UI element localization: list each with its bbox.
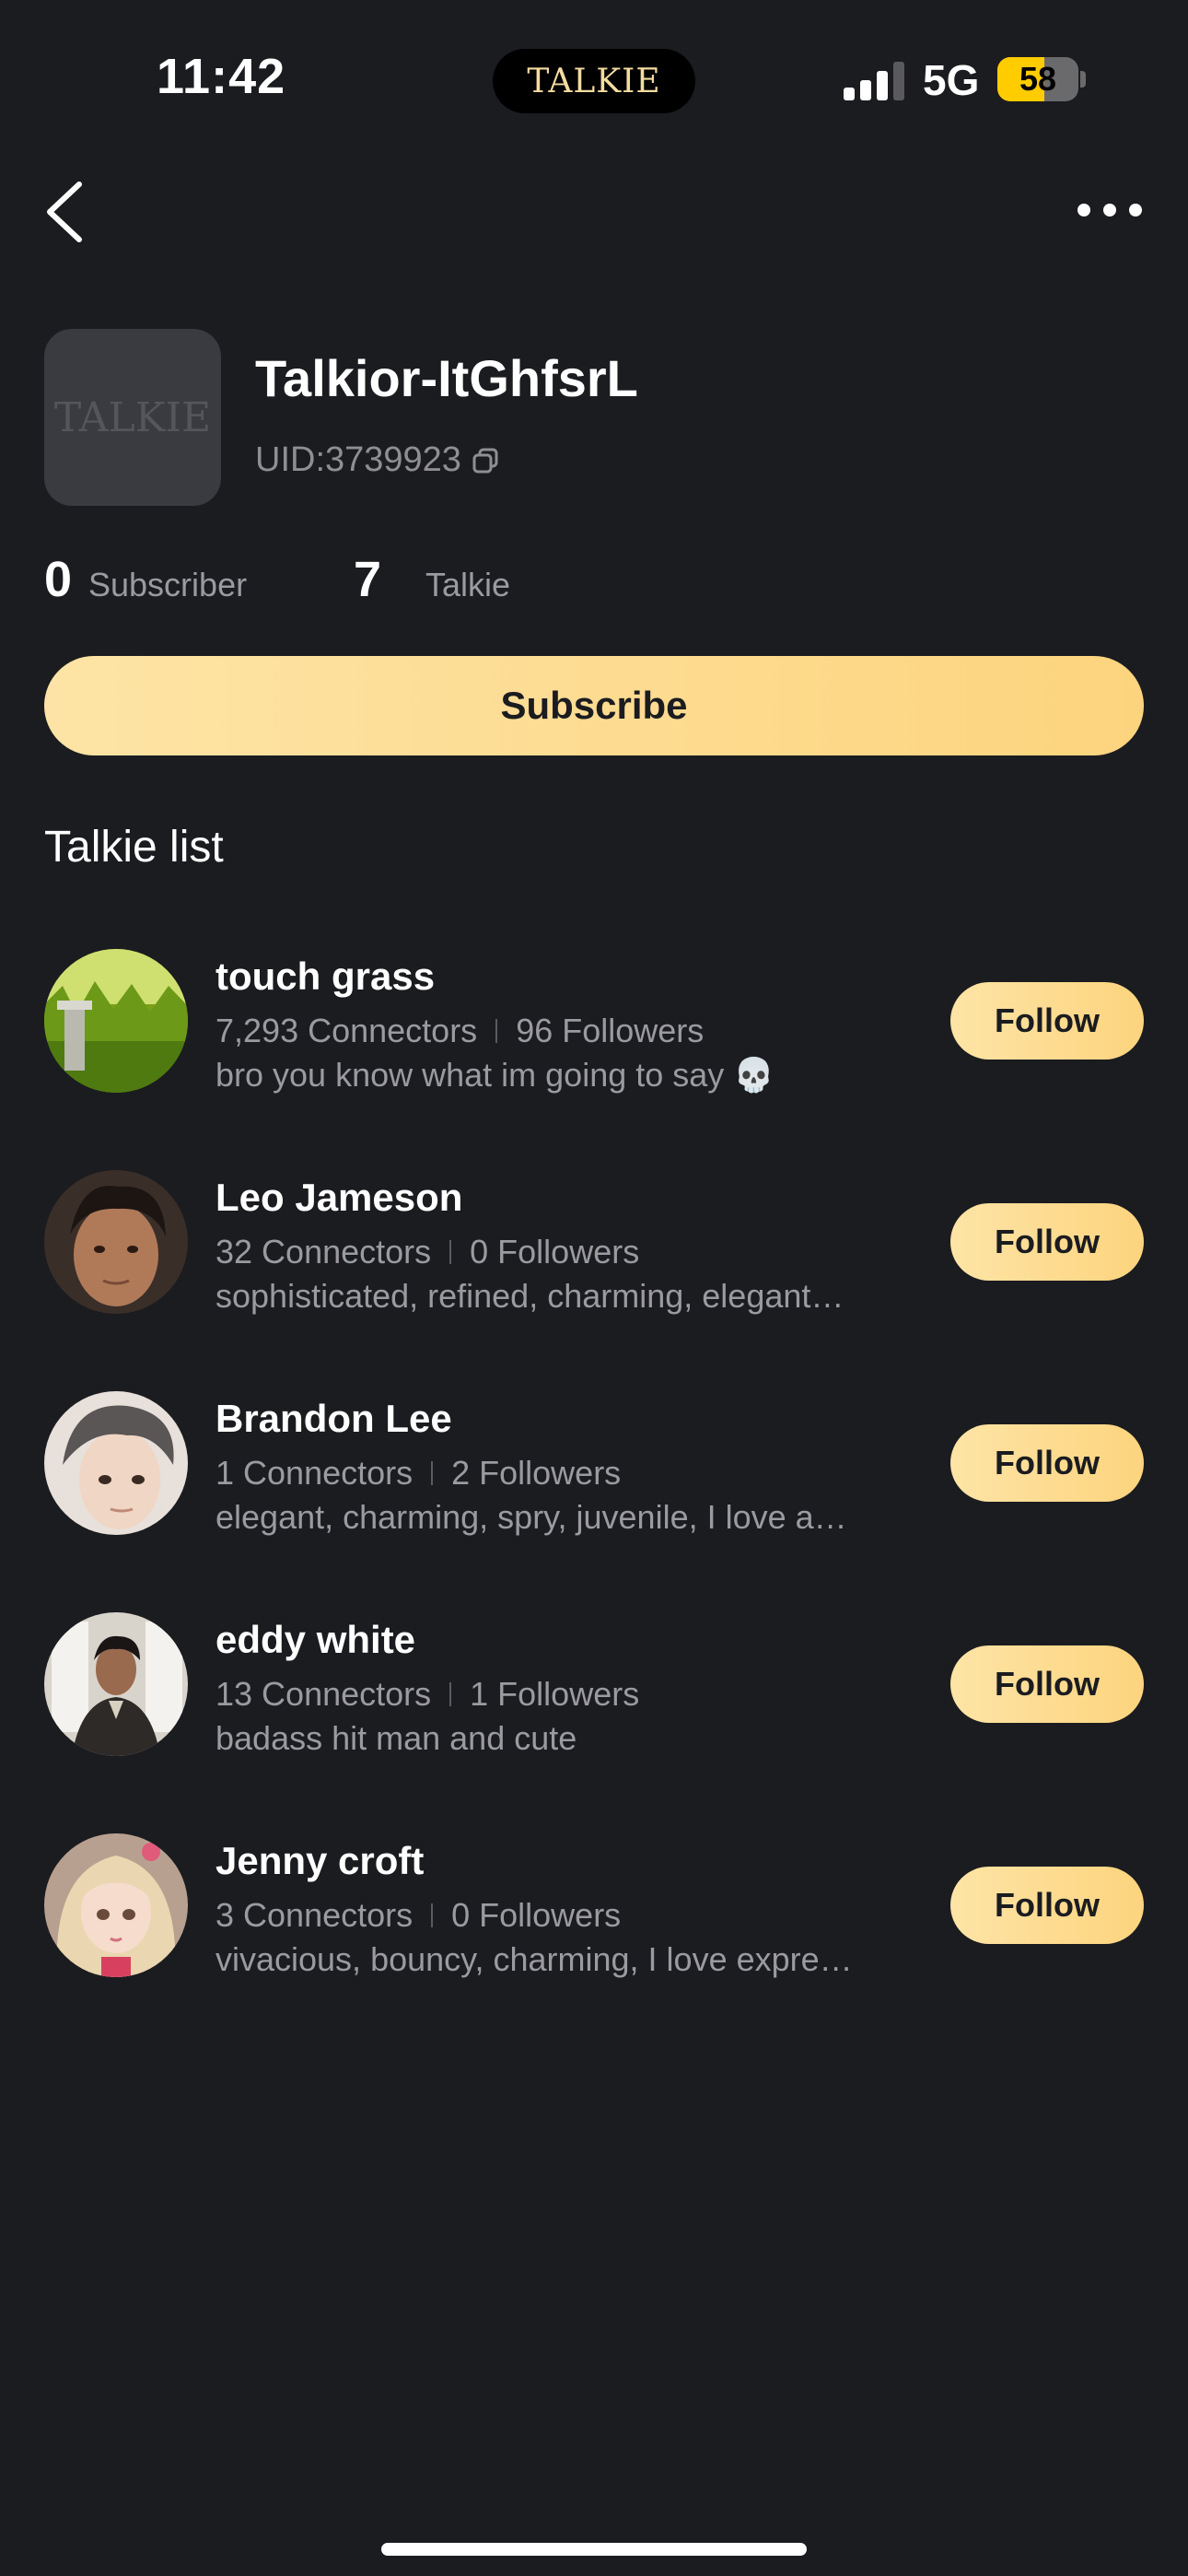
network-type: 5G: [923, 56, 980, 104]
signal-icon: [844, 62, 904, 100]
stats-divider: [449, 1682, 452, 1706]
connectors-count: 13 Connectors: [215, 1675, 432, 1713]
more-options-icon[interactable]: [1073, 192, 1147, 228]
talkie-stats: 3 Connectors 0 Followers: [215, 1896, 621, 1935]
talkie-description: bro you know what im going to say 💀: [215, 1056, 775, 1094]
followers-count: 2 Followers: [451, 1454, 622, 1492]
followers-count: 1 Followers: [470, 1675, 640, 1713]
battery-percentage: 58: [1019, 60, 1057, 98]
subscriber-count: 0: [44, 552, 73, 607]
follow-button[interactable]: Follow: [950, 1867, 1144, 1944]
connectors-count: 1 Connectors: [215, 1454, 413, 1492]
follow-button[interactable]: Follow: [950, 1424, 1144, 1502]
profile-name: Talkior-ItGhfsrL: [255, 349, 638, 407]
uid-text: UID:3739923: [255, 440, 461, 479]
followers-count: 96 Followers: [516, 1012, 705, 1049]
leo-avatar[interactable]: [44, 1170, 188, 1314]
battery-cap: [1080, 71, 1086, 88]
island-logo: TALKIE: [527, 62, 661, 100]
list-item[interactable]: eddy white 13 Connectors 1 Followers bad…: [0, 1612, 1188, 1797]
list-item[interactable]: Brandon Lee 1 Connectors 2 Followers ele…: [0, 1391, 1188, 1575]
list-item[interactable]: touch grass 7,293 Connectors 96 Follower…: [0, 949, 1188, 1133]
follow-button[interactable]: Follow: [950, 982, 1144, 1060]
status-time: 11:42: [157, 49, 286, 104]
talkie-name: Brandon Lee: [215, 1397, 452, 1440]
home-indicator[interactable]: [381, 2543, 807, 2556]
talkie-name: Jenny croft: [215, 1839, 425, 1882]
talkie-stats: 13 Connectors 1 Followers: [215, 1675, 639, 1714]
subscriber-label: Subscriber: [88, 566, 248, 603]
talkie-description: vivacious, bouncy, charming, I love expr…: [215, 1940, 853, 1978]
list-item[interactable]: Jenny croft 3 Connectors 0 Followers viv…: [0, 1833, 1188, 2018]
list-item[interactable]: Leo Jameson 32 Connectors 0 Followers so…: [0, 1170, 1188, 1354]
followers-count: 0 Followers: [470, 1233, 640, 1270]
talkie-name: Leo Jameson: [215, 1176, 463, 1219]
talkie-description: elegant, charming, spry, juvenile, I lov…: [215, 1498, 847, 1536]
eddy-avatar[interactable]: [44, 1612, 188, 1756]
talkie-label: Talkie: [425, 566, 511, 603]
dynamic-island: TALKIE: [493, 49, 695, 113]
uid-row: UID:3739923: [255, 440, 500, 480]
connectors-count: 32 Connectors: [215, 1233, 432, 1270]
profile-avatar: TALKIE: [44, 329, 221, 506]
stats-divider: [495, 1019, 498, 1043]
stats-divider: [449, 1240, 452, 1264]
talkie-name: touch grass: [215, 954, 436, 998]
connectors-count: 7,293 Connectors: [215, 1012, 478, 1049]
profile-stats: 0 Subscriber 7 Talkie: [44, 551, 597, 615]
brandon-avatar[interactable]: [44, 1391, 188, 1535]
follow-button[interactable]: Follow: [950, 1645, 1144, 1723]
subscribe-button[interactable]: Subscribe: [44, 656, 1144, 755]
connectors-count: 3 Connectors: [215, 1896, 413, 1934]
follow-button[interactable]: Follow: [950, 1203, 1144, 1281]
talkie-list-title: Talkie list: [44, 823, 224, 872]
talkie-stats: 7,293 Connectors 96 Followers: [215, 1012, 704, 1050]
talkie-stats: 32 Connectors 0 Followers: [215, 1233, 639, 1271]
talkie-description: badass hit man and cute: [215, 1719, 577, 1757]
copy-icon[interactable]: [471, 446, 500, 475]
grass-avatar[interactable]: [44, 949, 188, 1093]
talkie-name: eddy white: [215, 1618, 416, 1661]
back-arrow-icon[interactable]: [37, 175, 92, 249]
avatar-logo: TALKIE: [53, 393, 212, 441]
stats-divider: [431, 1903, 434, 1927]
talkie-stats: 1 Connectors 2 Followers: [215, 1454, 621, 1493]
talkie-description: sophisticated, refined, charming, elegan…: [215, 1277, 844, 1315]
stats-divider: [431, 1461, 434, 1485]
followers-count: 0 Followers: [451, 1896, 622, 1934]
talkie-count: 7: [354, 552, 382, 607]
battery-icon: 58: [997, 57, 1078, 101]
jenny-avatar[interactable]: [44, 1833, 188, 1977]
